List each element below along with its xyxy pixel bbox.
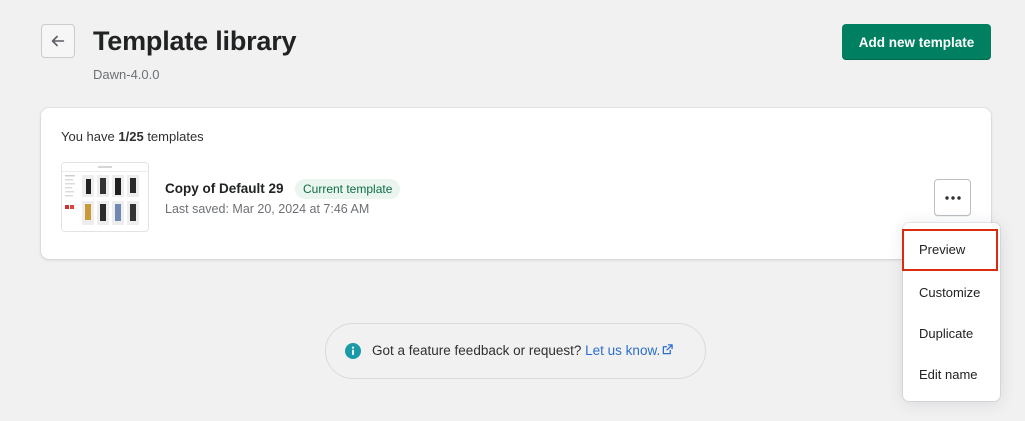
theme-version: Dawn-4.0.0: [93, 67, 160, 82]
actions-menu: Preview Customize Duplicate Edit name: [902, 223, 1000, 401]
page-title: Template library: [93, 26, 297, 56]
menu-item-customize[interactable]: Customize: [903, 272, 1000, 313]
menu-item-duplicate[interactable]: Duplicate: [903, 313, 1000, 354]
feedback-text: Got a feature feedback or request? Let u…: [372, 343, 673, 358]
current-template-badge: Current template: [295, 179, 401, 199]
feedback-banner: Got a feature feedback or request? Let u…: [325, 323, 706, 379]
add-new-template-button[interactable]: Add new template: [842, 24, 991, 60]
let-us-know-link[interactable]: Let us know.: [585, 343, 673, 358]
more-actions-button[interactable]: [934, 179, 971, 216]
external-link-icon: [662, 344, 673, 355]
template-count-value: 1/25: [118, 129, 144, 144]
last-saved-text: Last saved: Mar 20, 2024 at 7:46 AM: [165, 202, 370, 216]
template-thumbnail[interactable]: [61, 162, 149, 232]
menu-item-preview[interactable]: Preview: [902, 229, 998, 271]
arrow-left-icon: [51, 35, 65, 47]
horizontal-dots-icon: [944, 195, 961, 200]
template-card: You have 1/25 templates Copy of Default …: [41, 108, 991, 259]
template-count: You have 1/25 templates: [61, 129, 204, 144]
info-icon: [345, 343, 361, 359]
template-name: Copy of Default 29: [165, 181, 284, 196]
template-preview-image: [62, 163, 148, 231]
back-button[interactable]: [41, 24, 75, 58]
menu-item-edit-name[interactable]: Edit name: [903, 354, 1000, 395]
